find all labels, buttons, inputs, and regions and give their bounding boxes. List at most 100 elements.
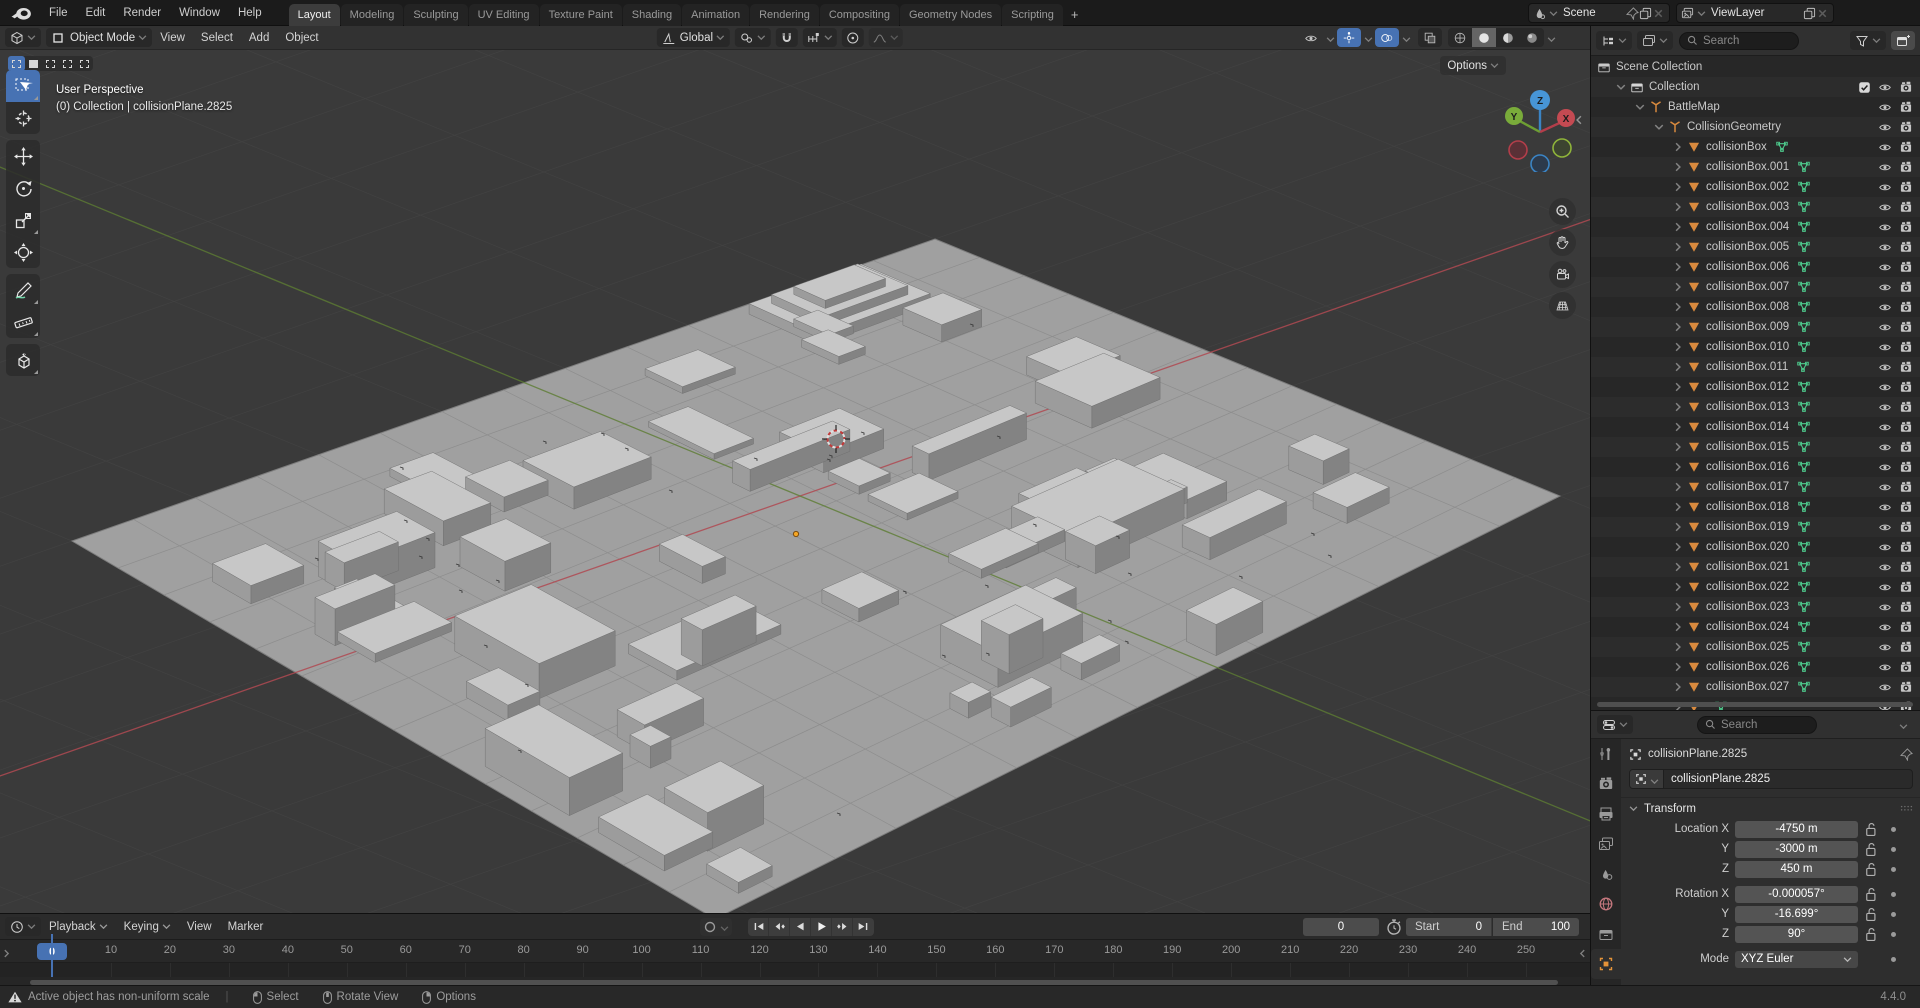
outliner-row-collisionbox-002[interactable]: collisionBox.002 xyxy=(1591,177,1920,197)
outliner-row-collisionbox-005[interactable]: collisionBox.005 xyxy=(1591,237,1920,257)
disable-in-renders-toggle[interactable] xyxy=(1899,540,1913,554)
editor-type-button[interactable] xyxy=(5,28,41,47)
tool-rotate-button[interactable] xyxy=(6,172,40,204)
tab-texture-paint[interactable]: Texture Paint xyxy=(540,4,622,26)
chevron-right-icon[interactable] xyxy=(1673,662,1683,672)
chevron-right-icon[interactable] xyxy=(1673,262,1683,272)
location-y-field[interactable]: -3000 m xyxy=(1735,841,1858,858)
outliner-row-collisionbox-015[interactable]: collisionBox.015 xyxy=(1591,437,1920,457)
outliner-row-collisionbox-027[interactable]: collisionBox.027 xyxy=(1591,677,1920,697)
chevron-right-icon[interactable] xyxy=(1673,602,1683,612)
disable-in-renders-toggle[interactable] xyxy=(1899,260,1913,274)
outliner-filter-button[interactable] xyxy=(1850,31,1886,50)
outliner-row-battlemap[interactable]: BattleMap xyxy=(1591,97,1920,117)
toggle-ortho-button[interactable] xyxy=(1549,292,1576,319)
hide-in-viewport-toggle[interactable] xyxy=(1878,600,1892,614)
disable-in-renders-toggle[interactable] xyxy=(1899,360,1913,374)
outliner-row-collisionbox-024[interactable]: collisionBox.024 xyxy=(1591,617,1920,637)
timeline-menu-view[interactable]: View xyxy=(179,921,220,933)
disable-in-renders-toggle[interactable] xyxy=(1899,460,1913,474)
hide-in-viewport-toggle[interactable] xyxy=(1878,360,1892,374)
tool-move-button[interactable] xyxy=(6,140,40,172)
copy-icon[interactable] xyxy=(1639,7,1652,20)
disable-in-renders-toggle[interactable] xyxy=(1899,600,1913,614)
rotation-x-field[interactable]: -0.000057° xyxy=(1735,886,1858,903)
hide-in-viewport-toggle[interactable] xyxy=(1878,400,1892,414)
outliner-row-collisionbox-006[interactable]: collisionBox.006 xyxy=(1591,257,1920,277)
disable-in-renders-toggle[interactable] xyxy=(1899,400,1913,414)
menu-render[interactable]: Render xyxy=(114,0,170,26)
hide-in-viewport-toggle[interactable] xyxy=(1878,120,1892,134)
play-button[interactable] xyxy=(811,918,832,936)
viewlayer-selector[interactable]: ViewLayer xyxy=(1676,3,1834,23)
preview-range-icon[interactable] xyxy=(1385,918,1403,936)
hide-in-viewport-toggle[interactable] xyxy=(1878,320,1892,334)
outliner-row-collisionbox-022[interactable]: collisionBox.022 xyxy=(1591,577,1920,597)
outliner-row-collisionbox-018[interactable]: collisionBox.018 xyxy=(1591,497,1920,517)
select-mode-intersect-button[interactable] xyxy=(76,56,93,71)
disable-in-renders-toggle[interactable] xyxy=(1899,340,1913,354)
tab-layout[interactable]: Layout xyxy=(289,4,340,26)
chevron-down-icon[interactable] xyxy=(1326,33,1335,42)
outliner-row-collisionbox-020[interactable]: collisionBox.020 xyxy=(1591,537,1920,557)
disable-in-renders-toggle[interactable] xyxy=(1899,680,1913,694)
disable-in-renders-toggle[interactable] xyxy=(1899,120,1913,134)
chevron-down-icon[interactable] xyxy=(1899,720,1908,729)
hide-in-viewport-toggle[interactable] xyxy=(1878,340,1892,354)
hide-in-viewport-toggle[interactable] xyxy=(1878,80,1892,94)
frame-start-field[interactable]: Start 0 xyxy=(1406,918,1492,936)
chevron-right-icon[interactable] xyxy=(1673,142,1683,152)
hide-in-viewport-toggle[interactable] xyxy=(1878,440,1892,454)
next-keyframe-button[interactable] xyxy=(832,918,853,936)
jump-to-end-button[interactable] xyxy=(853,918,874,936)
lock-icon[interactable] xyxy=(1865,927,1879,941)
chevron-right-icon[interactable] xyxy=(1673,542,1683,552)
select-mode-new-button[interactable] xyxy=(25,56,42,71)
chevron-right-icon[interactable] xyxy=(1673,402,1683,412)
outliner-row-collisionbox-009[interactable]: collisionBox.009 xyxy=(1591,317,1920,337)
animate-dot[interactable] xyxy=(1891,892,1896,897)
properties-tab-tool[interactable] xyxy=(1591,739,1621,769)
outliner-row-collisionbox-026[interactable]: collisionBox.026 xyxy=(1591,657,1920,677)
properties-tab-render[interactable] xyxy=(1591,769,1621,799)
properties-editor-type-button[interactable] xyxy=(1597,715,1633,734)
disable-in-renders-toggle[interactable] xyxy=(1899,620,1913,634)
hide-in-viewport-toggle[interactable] xyxy=(1878,240,1892,254)
viewport-3d-scene[interactable] xyxy=(0,50,1590,913)
disable-in-renders-toggle[interactable] xyxy=(1899,660,1913,674)
current-frame-field[interactable]: 0 xyxy=(1303,918,1379,936)
outliner-row-collisionbox-023[interactable]: collisionBox.023 xyxy=(1591,597,1920,617)
viewport-menu-select[interactable]: Select xyxy=(193,32,241,44)
record-icon[interactable] xyxy=(703,920,717,934)
gizmo-axis-z[interactable]: Z xyxy=(1537,96,1543,107)
hide-in-viewport-toggle[interactable] xyxy=(1878,460,1892,474)
snap-with-selector[interactable] xyxy=(803,28,837,47)
disable-in-renders-toggle[interactable] xyxy=(1899,580,1913,594)
properties-tab-world[interactable] xyxy=(1591,889,1621,919)
tab-animation[interactable]: Animation xyxy=(682,4,749,26)
shading-solid-button[interactable] xyxy=(1472,28,1496,47)
tab-rendering[interactable]: Rendering xyxy=(750,4,819,26)
expand-channels-icon[interactable] xyxy=(2,947,11,956)
chevron-right-icon[interactable] xyxy=(1673,462,1683,472)
shading-rendered-button[interactable] xyxy=(1520,28,1544,47)
menu-window[interactable]: Window xyxy=(170,0,229,26)
chevron-down-icon[interactable] xyxy=(1654,122,1664,132)
disable-in-renders-toggle[interactable] xyxy=(1899,480,1913,494)
properties-tab-output[interactable] xyxy=(1591,799,1621,829)
outliner-horizontal-scrollbar[interactable] xyxy=(1597,702,1913,707)
chevron-right-icon[interactable] xyxy=(1673,302,1683,312)
object-id-icon[interactable] xyxy=(1630,770,1664,788)
jump-to-start-button[interactable] xyxy=(748,918,769,936)
chevron-right-icon[interactable] xyxy=(1673,362,1683,372)
tool-cursor-button[interactable] xyxy=(6,102,40,134)
location-x-field[interactable]: -4750 m xyxy=(1735,821,1858,838)
copy-icon[interactable] xyxy=(1803,7,1816,20)
scene-selector[interactable]: Scene xyxy=(1528,3,1670,23)
falloff-selector[interactable] xyxy=(869,28,903,47)
animate-dot[interactable] xyxy=(1891,847,1896,852)
outliner-row-collisionbox-001[interactable]: collisionBox.001 xyxy=(1591,157,1920,177)
hide-in-viewport-toggle[interactable] xyxy=(1878,140,1892,154)
chevron-down-icon[interactable] xyxy=(1364,33,1373,42)
chevron-right-icon[interactable] xyxy=(1673,342,1683,352)
